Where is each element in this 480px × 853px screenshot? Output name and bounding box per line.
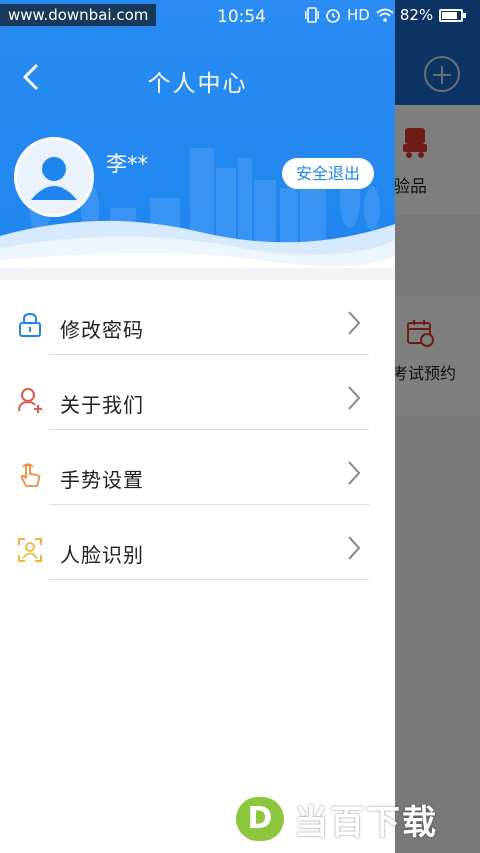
menu-item-label: 手势设置 xyxy=(60,468,144,492)
lock-icon xyxy=(19,312,41,337)
face-scan-icon xyxy=(18,538,42,562)
avatar[interactable] xyxy=(14,137,94,217)
chevron-right-icon xyxy=(348,311,361,335)
menu-item-gesture-settings[interactable]: 手势设置 xyxy=(0,430,395,505)
watermark-url: www.downbai.com xyxy=(0,4,157,26)
menu-item-label: 关于我们 xyxy=(60,393,144,417)
user-avatar-icon xyxy=(17,140,91,214)
status-icons: HD 82% xyxy=(305,6,467,24)
divider xyxy=(49,579,369,580)
menu-item-label: 修改密码 xyxy=(60,318,144,342)
logo-mark: D xyxy=(236,797,284,841)
battery-icon xyxy=(439,8,467,22)
chevron-right-icon xyxy=(348,386,361,410)
status-time: 10:54 xyxy=(217,7,266,27)
section-divider xyxy=(0,268,395,280)
chevron-right-icon xyxy=(348,461,361,485)
username: 李** xyxy=(106,152,148,176)
chevron-right-icon xyxy=(348,536,361,560)
menu-item-face-recognition[interactable]: 人脸识别 xyxy=(0,505,395,580)
menu-item-label: 人脸识别 xyxy=(60,543,144,567)
menu-item-about-us[interactable]: 关于我们 xyxy=(0,355,395,430)
user-add-icon xyxy=(18,388,42,413)
side-drawer: 个人中心 李** 安全退出 修改密码 关于我们 手势设置 人脸识别 xyxy=(0,0,395,853)
menu-list: 修改密码 关于我们 手势设置 人脸识别 xyxy=(0,280,395,580)
hand-tap-icon xyxy=(20,463,41,487)
network-label: HD xyxy=(347,6,370,24)
page-title: 个人中心 xyxy=(147,71,248,97)
status-bar: www.downbai.com 10:54 HD 82% xyxy=(0,0,480,34)
drawer-header: 个人中心 李** 安全退出 xyxy=(0,0,395,268)
screen: 验品 考试预约 www.downbai.com 10:54 HD xyxy=(0,0,480,853)
watermark-logo: D 当百下载 xyxy=(236,795,480,843)
alarm-icon xyxy=(326,9,340,23)
wifi-icon xyxy=(376,8,394,22)
battery-percent: 82% xyxy=(399,6,434,24)
logo-text: 当百下载 xyxy=(294,802,438,843)
menu-item-change-password[interactable]: 修改密码 xyxy=(0,280,395,355)
vibrate-icon xyxy=(305,7,319,23)
logout-button[interactable]: 安全退出 xyxy=(282,158,374,189)
